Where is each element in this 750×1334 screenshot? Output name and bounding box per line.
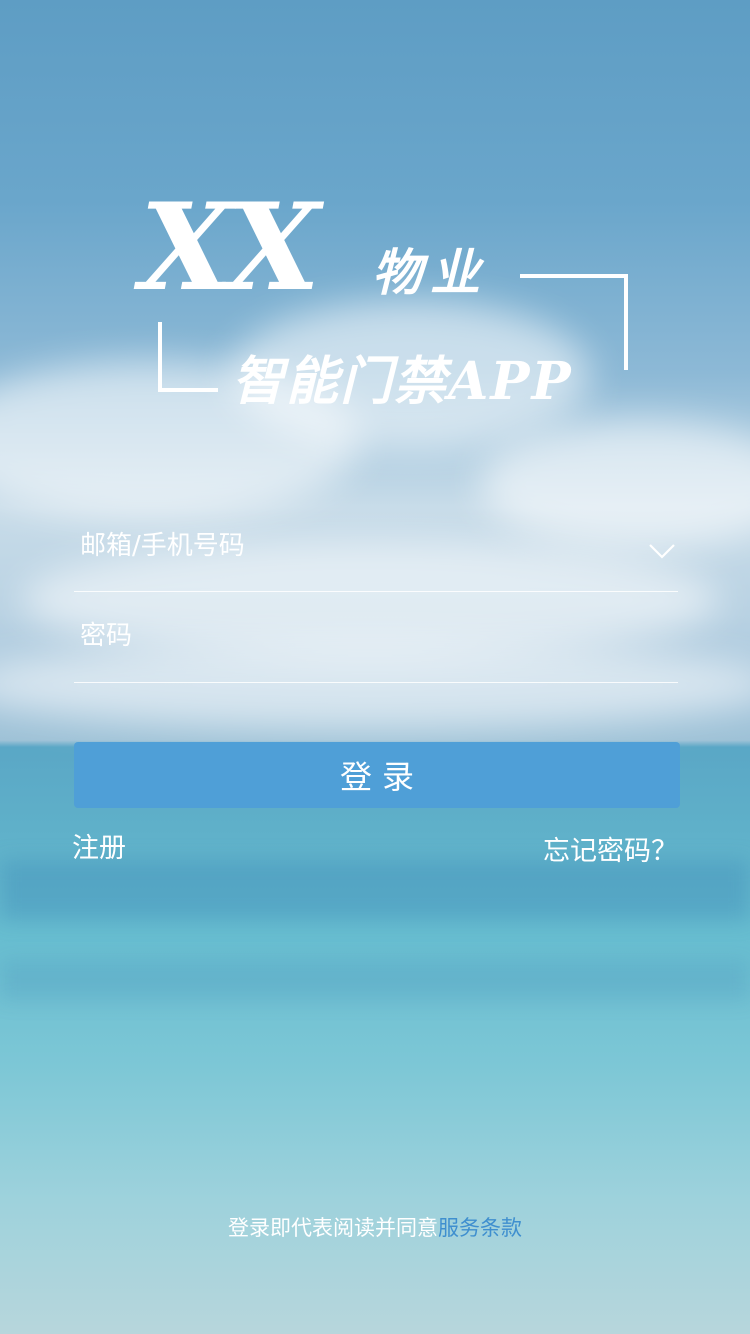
login-button[interactable]: 登录 [74,742,680,808]
logo-subtitle: 智能门禁APP [232,351,573,412]
password-field [74,602,678,683]
terms-of-service-link[interactable]: 服务条款 [438,1216,522,1240]
logo-brand: XX [140,177,320,318]
logo-bracket-bottom-left [158,322,218,392]
password-input[interactable] [80,616,620,656]
login-screen: XX 物业 智能门禁APP 登录 注册 忘记密码？ 登录即代表阅读并同意服务条款 [0,0,750,1334]
app-logo: XX 物业 智能门禁APP [0,0,750,460]
register-link[interactable]: 注册 [72,835,126,862]
background-sea-band [0,960,750,1000]
account-input[interactable] [80,526,620,566]
account-field [74,512,678,592]
logo-name: 物业 [372,243,488,302]
terms-notice: 登录即代表阅读并同意服务条款 [0,1218,750,1239]
forgot-password-link[interactable]: 忘记密码？ [543,838,678,865]
chevron-down-icon[interactable] [648,536,676,564]
background-sea-band [0,860,750,920]
terms-prefix: 登录即代表阅读并同意 [228,1216,438,1240]
